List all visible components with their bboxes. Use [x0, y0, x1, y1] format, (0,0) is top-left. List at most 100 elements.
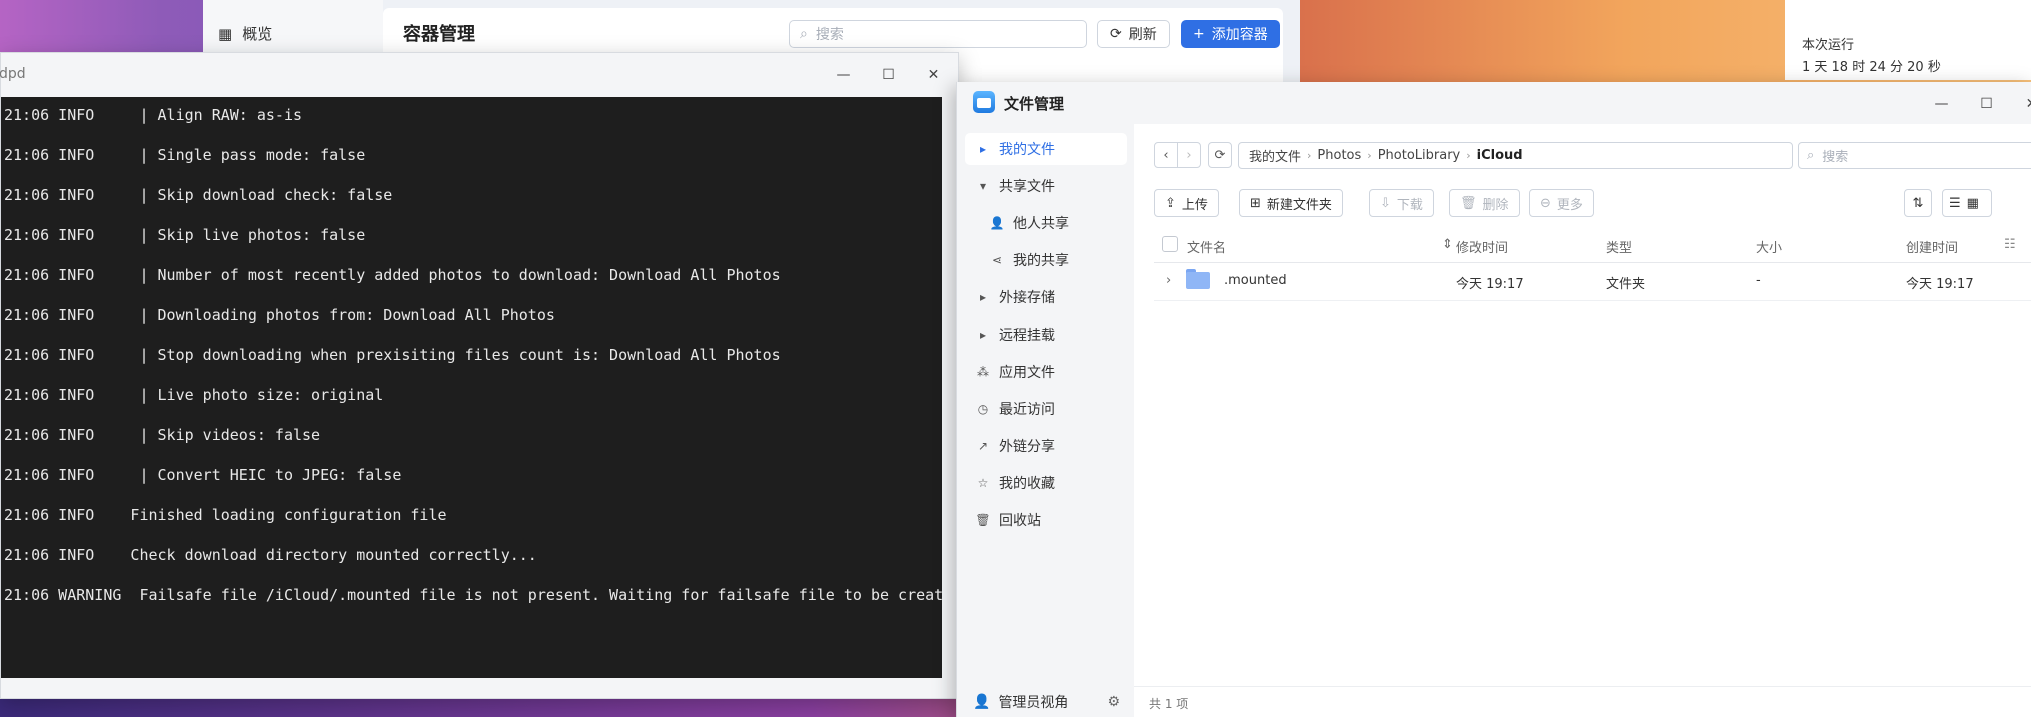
file-name[interactable]: .mounted [1224, 273, 1287, 288]
users-icon: 👤 [989, 216, 1005, 230]
maximize-icon[interactable]: ☐ [866, 62, 911, 88]
more-button[interactable]: ⊖ 更多 [1529, 189, 1594, 217]
caret-right-icon: ▸ [979, 290, 987, 304]
column-created[interactable]: 创建时间 [1906, 237, 1958, 256]
close-icon[interactable]: ✕ [2009, 91, 2031, 117]
container-search-input[interactable]: ⌕ 搜索 [789, 20, 1087, 48]
caret-right-icon: ▸ [979, 142, 987, 156]
breadcrumb-item[interactable]: 我的文件 [1249, 146, 1301, 165]
log-line: 21:06 INFO Finished loading configuratio… [4, 506, 447, 524]
sort-icon: ⇅ [1912, 195, 1924, 211]
expand-chevron-icon[interactable]: › [1166, 273, 1171, 288]
minimize-icon[interactable]: — [821, 62, 866, 88]
sidebar-item-external-storage[interactable]: ▸ 外接存储 [965, 281, 1127, 313]
external-link-icon: ↗ [977, 439, 989, 453]
nav-item-overview[interactable]: ▦ 概览 [218, 23, 272, 44]
file-manager-title: 文件管理 [1004, 95, 1065, 113]
plus-icon: + [1193, 26, 1205, 42]
column-name[interactable]: 文件名 [1187, 237, 1226, 256]
view-toggle[interactable]: ☰ ▦ [1942, 189, 1992, 217]
caret-right-icon: ▸ [979, 328, 987, 342]
reload-button[interactable]: ⟳ [1208, 142, 1232, 168]
close-icon[interactable]: ✕ [911, 62, 956, 88]
sidebar-item-link-share[interactable]: ↗ 外链分享 [965, 430, 1127, 462]
column-settings-icon[interactable]: ☷ [2004, 237, 2016, 252]
sidebar-item-label: 我的收藏 [999, 476, 1055, 492]
log-line: 21:06 INFO | Single pass mode: false [4, 146, 366, 164]
terminal-titlebar[interactable]: dpd — ☐ ✕ [0, 53, 958, 97]
back-button[interactable]: ‹ [1154, 142, 1178, 168]
sidebar-item-favorites[interactable]: ☆ 我的收藏 [965, 467, 1127, 499]
add-container-button[interactable]: + 添加容器 [1181, 20, 1280, 48]
sidebar-item-remote-mount[interactable]: ▸ 远程挂载 [965, 319, 1127, 351]
breadcrumb[interactable]: 我的文件 › Photos › PhotoLibrary › iCloud [1238, 142, 1793, 169]
breadcrumb-item[interactable]: PhotoLibrary [1378, 148, 1461, 163]
chevron-right-icon: › [1367, 149, 1372, 162]
terminal-title: dpd [0, 66, 26, 82]
grid-view-icon[interactable]: ▦ [1967, 196, 1979, 211]
sidebar-item-label: 共享文件 [999, 179, 1055, 195]
log-line: 21:06 INFO | Skip videos: false [4, 426, 321, 444]
forward-button[interactable]: › [1177, 142, 1201, 168]
minimize-icon[interactable]: — [1919, 91, 1964, 117]
column-size[interactable]: 大小 [1756, 237, 1782, 256]
table-header: 文件名 ⇕ 修改时间 类型 大小 创建时间 ☷ [1154, 228, 2031, 263]
new-folder-button[interactable]: ⊞ 新建文件夹 [1239, 189, 1343, 217]
apps-icon: ⁂ [977, 365, 989, 379]
terminal-window: dpd — ☐ ✕ 21:06 INFO | Align RAW: as-is … [0, 52, 959, 699]
sidebar-item-label: 外接存储 [999, 290, 1055, 306]
reload-icon: ⟳ [1214, 147, 1226, 163]
terminal-output[interactable]: 21:06 INFO | Align RAW: as-is 21:06 INFO… [1, 97, 942, 678]
delete-button[interactable]: 🗑 删除 [1449, 189, 1520, 217]
gear-icon[interactable]: ⚙ [1107, 694, 1120, 710]
sort-button[interactable]: ⇅ [1904, 189, 1932, 217]
refresh-label: 刷新 [1128, 27, 1157, 43]
select-all-checkbox[interactable] [1162, 236, 1178, 252]
file-manager-logo-icon [973, 91, 995, 113]
search-placeholder: 搜索 [1822, 150, 1849, 165]
download-button[interactable]: ⇩ 下载 [1369, 189, 1434, 217]
log-line: 21:06 INFO | Downloading photos from: Do… [4, 306, 555, 324]
sidebar-item-recent[interactable]: ◷ 最近访问 [965, 393, 1127, 425]
file-manager-titlebar[interactable]: 文件管理 — ☐ ✕ [957, 82, 2031, 124]
sidebar-item-label: 我的共享 [1013, 253, 1069, 269]
search-placeholder: 搜索 [815, 27, 844, 43]
sidebar-item-my-files[interactable]: ▸ 我的文件 [965, 133, 1127, 165]
file-created: 今天 19:17 [1906, 277, 1974, 292]
maximize-icon[interactable]: ☐ [1964, 91, 2009, 117]
uptime-value: 1 天 18 时 24 分 20 秒 [1802, 60, 1941, 75]
more-icon: ⊖ [1540, 195, 1551, 211]
upload-button[interactable]: ⇪ 上传 [1154, 189, 1219, 217]
chevron-right-icon: › [1307, 149, 1312, 162]
sidebar-item-label: 应用文件 [999, 365, 1055, 381]
sort-arrows-icon[interactable]: ⇕ [1442, 237, 1453, 252]
log-line: 21:06 WARNING Failsafe file /iCloud/.mou… [4, 586, 942, 604]
download-label: 下载 [1396, 197, 1423, 213]
admin-view-label: 管理员视角 [998, 695, 1069, 711]
sidebar-item-my-shares[interactable]: ⋖ 我的共享 [965, 244, 1127, 276]
admin-user-icon: 👤 [973, 694, 991, 710]
sidebar-item-recycle-bin[interactable]: 🗑 回收站 [965, 504, 1127, 536]
log-line: 21:06 INFO Check download directory moun… [4, 546, 537, 564]
file-search-input[interactable]: ⌕ 搜索 [1798, 142, 2031, 169]
list-view-icon[interactable]: ☰ [1949, 196, 1961, 211]
table-row[interactable]: › .mounted 今天 19:17 文件夹 - 今天 19:17 [1154, 262, 2031, 301]
delete-label: 删除 [1482, 197, 1509, 213]
nav-item-overview-label: 概览 [242, 25, 273, 43]
refresh-button[interactable]: ⟳ 刷新 [1097, 20, 1170, 48]
sidebar-item-app-files[interactable]: ⁂ 应用文件 [965, 356, 1127, 388]
trash-icon: 🗑 [975, 513, 991, 527]
folder-icon [1186, 269, 1210, 289]
column-type[interactable]: 类型 [1606, 237, 1632, 256]
item-count: 共 1 项 [1149, 697, 1189, 711]
sidebar-item-shared-with-me[interactable]: 👤 他人共享 [965, 207, 1127, 239]
column-modified[interactable]: 修改时间 [1456, 237, 1508, 256]
page-title: 容器管理 [403, 24, 475, 45]
more-label: 更多 [1556, 197, 1583, 213]
refresh-icon: ⟳ [1110, 26, 1122, 42]
admin-view-toggle[interactable]: 👤 管理员视角 ⚙ [957, 687, 1134, 717]
breadcrumb-item[interactable]: Photos [1317, 148, 1361, 163]
sidebar-item-shared-files[interactable]: ▾ 共享文件 [965, 170, 1127, 202]
uptime-label: 本次运行 [1802, 38, 1855, 53]
sidebar-item-label: 远程挂载 [999, 328, 1055, 344]
